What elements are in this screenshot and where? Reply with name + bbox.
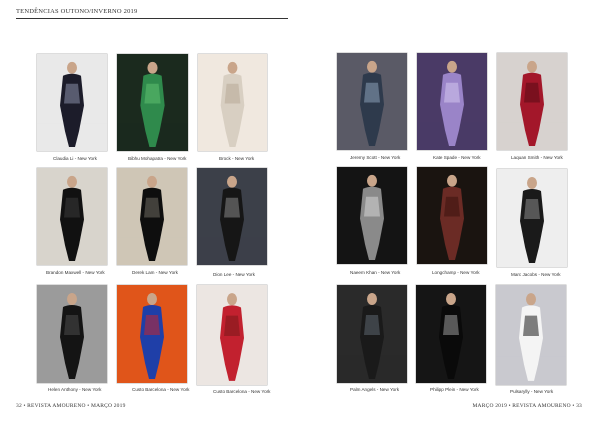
look-caption: Longchamp - New York (432, 270, 480, 275)
look-caption: Claudia Li - New York (53, 156, 97, 161)
look-caption: Naeem Khan - New York (350, 270, 401, 275)
look-photo (117, 54, 188, 151)
look-caption: Palm Angels - New York (350, 387, 400, 392)
look-caption: Brock - New York (219, 156, 255, 161)
header-rule (16, 18, 288, 19)
footer-right: MARÇO 2019 • REVISTA AMOURENO • 33 (472, 403, 582, 409)
look-photo (37, 54, 107, 151)
look-photo (497, 169, 567, 267)
look-photo (417, 167, 487, 264)
look-photo (417, 53, 487, 150)
look-caption: Derek Lam - New York (132, 270, 178, 275)
look-photo (416, 285, 486, 383)
look-photo (337, 53, 407, 150)
look-caption: Brandon Maxwell - New York (46, 270, 105, 275)
look-photo (197, 168, 267, 265)
look-caption: Marc Jacobs - New York (511, 272, 561, 277)
look-photo (337, 167, 407, 264)
look-photo (117, 168, 187, 265)
look-photo (497, 53, 567, 150)
look-caption: Kate Spade - New York (433, 155, 481, 160)
look-photo (37, 168, 107, 265)
look-photo (198, 54, 267, 151)
look-photo (37, 285, 107, 383)
look-photo (117, 285, 187, 383)
look-photo (337, 285, 407, 383)
look-caption: Laquan Smith - New York (511, 155, 563, 160)
look-caption: Helen Anthony - New York (48, 387, 102, 392)
look-caption: Dion Lee - New York (213, 272, 255, 277)
look-photo (197, 285, 267, 385)
look-caption: Custo Barcelona - New York (132, 387, 190, 392)
look-caption: Bibhu Mohapatra - New York (128, 156, 187, 161)
look-caption: Custo Barcelona - New York (213, 389, 271, 394)
look-caption: Jeremy Scott - New York (350, 155, 401, 160)
look-photo (496, 285, 566, 385)
footer-left: 32 • REVISTA AMOURENO • MARÇO 2019 (16, 403, 126, 409)
header-title: TENDÊNCIAS OUTONO/INVERNO 2019 (16, 8, 138, 15)
look-caption: Pulsarylly - New York (510, 389, 554, 394)
look-caption: Philipp Plein - New York (430, 387, 479, 392)
